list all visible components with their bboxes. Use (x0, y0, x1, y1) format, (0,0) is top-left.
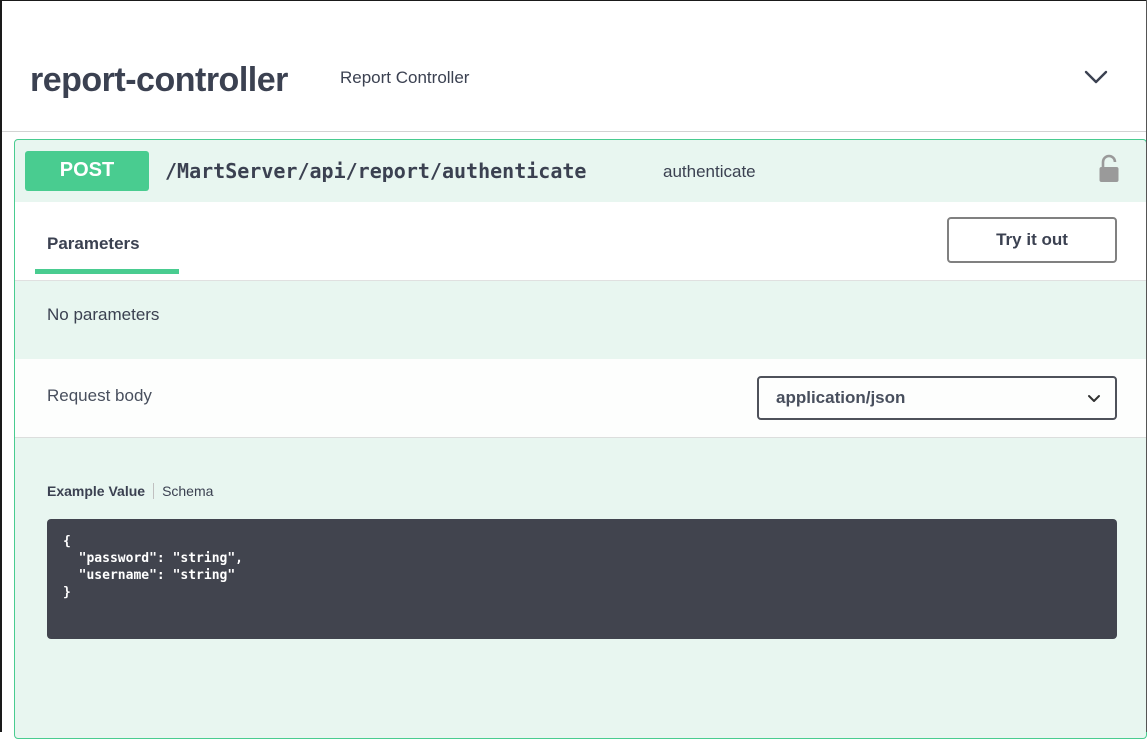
parameters-section-header: Parameters Try it out (15, 202, 1146, 281)
tab-schema[interactable]: Schema (162, 483, 213, 499)
chevron-down-icon[interactable] (1082, 63, 1110, 91)
controller-name: report-controller (30, 61, 288, 99)
try-it-out-button[interactable]: Try it out (947, 217, 1117, 263)
code-line: { (63, 534, 71, 549)
tab-parameters-label: Parameters (47, 234, 140, 253)
operation-block: POST /MartServer/api/report/authenticate… (14, 139, 1147, 739)
content-type-select[interactable]: application/json (757, 376, 1117, 420)
code-line: "password": "string", (63, 551, 244, 566)
operation-path: /MartServer/api/report/authenticate (165, 159, 587, 183)
operation-summary-text: authenticate (663, 162, 756, 181)
tab-example-value[interactable]: Example Value (47, 483, 145, 499)
tab-divider (153, 483, 155, 499)
tab-parameters[interactable]: Parameters (35, 202, 179, 278)
tab-active-indicator (35, 269, 179, 274)
method-badge: POST (25, 151, 149, 191)
example-code-block[interactable]: { "password": "string", "username": "str… (47, 519, 1117, 639)
no-parameters-text: No parameters (47, 305, 160, 324)
chevron-down-icon (1087, 392, 1101, 406)
content-type-value: application/json (776, 388, 906, 407)
lock-icon[interactable] (1098, 154, 1120, 184)
api-doc-frame: report-controller Report Controller POST… (0, 0, 1147, 739)
request-body-header: Request body application/json (15, 359, 1146, 438)
code-line: } (63, 585, 71, 600)
controller-description: Report Controller (340, 68, 470, 87)
operation-summary[interactable]: POST /MartServer/api/report/authenticate… (15, 140, 1146, 203)
request-body-label: Request body (47, 386, 152, 405)
example-schema-tabs: Example Value Schema (47, 483, 213, 499)
code-line: "username": "string" (63, 568, 236, 583)
controller-header[interactable]: report-controller Report Controller (2, 1, 1146, 132)
